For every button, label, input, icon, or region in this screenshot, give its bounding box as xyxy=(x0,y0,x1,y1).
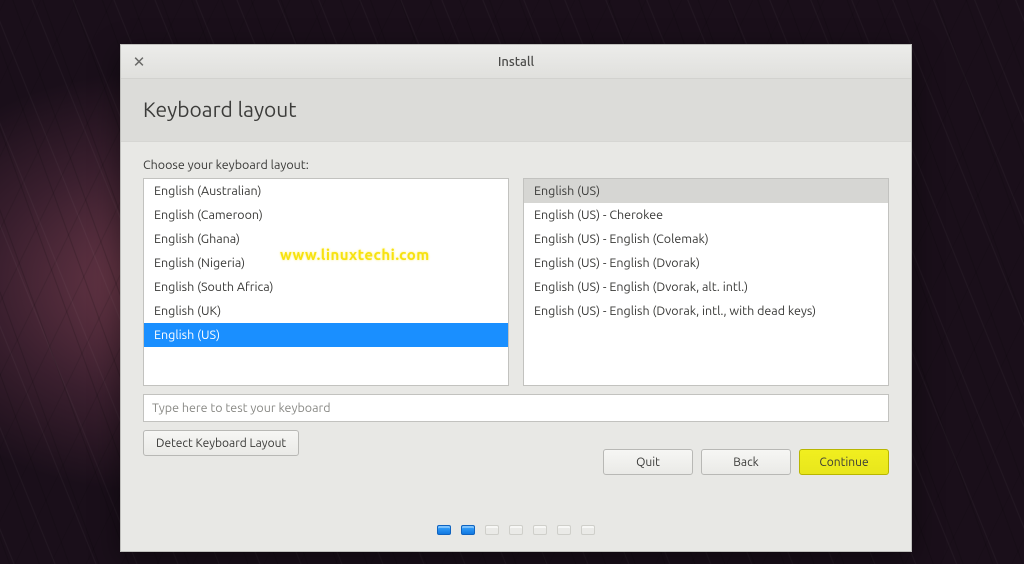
list-item[interactable]: English (Australian) xyxy=(144,179,508,203)
progress-dot xyxy=(533,525,547,535)
page-heading: Keyboard layout xyxy=(143,97,889,121)
close-icon[interactable]: ✕ xyxy=(131,54,147,70)
detect-keyboard-button[interactable]: Detect Keyboard Layout xyxy=(143,430,299,456)
keyboard-test-input[interactable] xyxy=(143,394,889,422)
prompt-label: Choose your keyboard layout: xyxy=(143,158,889,172)
list-item[interactable]: English (Cameroon) xyxy=(144,203,508,227)
variant-listbox[interactable]: English (US)English (US) - CherokeeEngli… xyxy=(523,178,889,386)
progress-dot xyxy=(557,525,571,535)
titlebar: ✕ Install xyxy=(121,45,911,79)
list-item[interactable]: English (US) - English (Colemak) xyxy=(524,227,888,251)
quit-button[interactable]: Quit xyxy=(603,449,693,475)
list-item[interactable]: English (US) xyxy=(524,179,888,203)
progress-dot xyxy=(581,525,595,535)
list-item[interactable]: English (US) xyxy=(144,323,508,347)
progress-dot xyxy=(461,525,475,535)
back-button[interactable]: Back xyxy=(701,449,791,475)
installer-window: ✕ Install Keyboard layout Choose your ke… xyxy=(120,44,912,552)
list-item[interactable]: English (US) - Cherokee xyxy=(524,203,888,227)
continue-button[interactable]: Continue xyxy=(799,449,889,475)
progress-indicator xyxy=(437,525,595,535)
language-listbox[interactable]: English (Australian)English (Cameroon)En… xyxy=(143,178,509,386)
list-item[interactable]: English (Ghana) xyxy=(144,227,508,251)
progress-dot xyxy=(437,525,451,535)
content-area: Choose your keyboard layout: English (Au… xyxy=(121,142,911,551)
progress-dot xyxy=(509,525,523,535)
list-item[interactable]: English (US) - English (Dvorak, intl., w… xyxy=(524,299,888,323)
layout-lists: English (Australian)English (Cameroon)En… xyxy=(143,178,889,386)
list-item[interactable]: English (US) - English (Dvorak, alt. int… xyxy=(524,275,888,299)
list-item[interactable]: English (US) - English (Dvorak) xyxy=(524,251,888,275)
list-item[interactable]: English (South Africa) xyxy=(144,275,508,299)
list-item[interactable]: English (Nigeria) xyxy=(144,251,508,275)
progress-dot xyxy=(485,525,499,535)
window-title: Install xyxy=(121,55,911,69)
list-item[interactable]: English (UK) xyxy=(144,299,508,323)
nav-buttons: Quit Back Continue xyxy=(603,449,889,475)
heading-bar: Keyboard layout xyxy=(121,79,911,142)
